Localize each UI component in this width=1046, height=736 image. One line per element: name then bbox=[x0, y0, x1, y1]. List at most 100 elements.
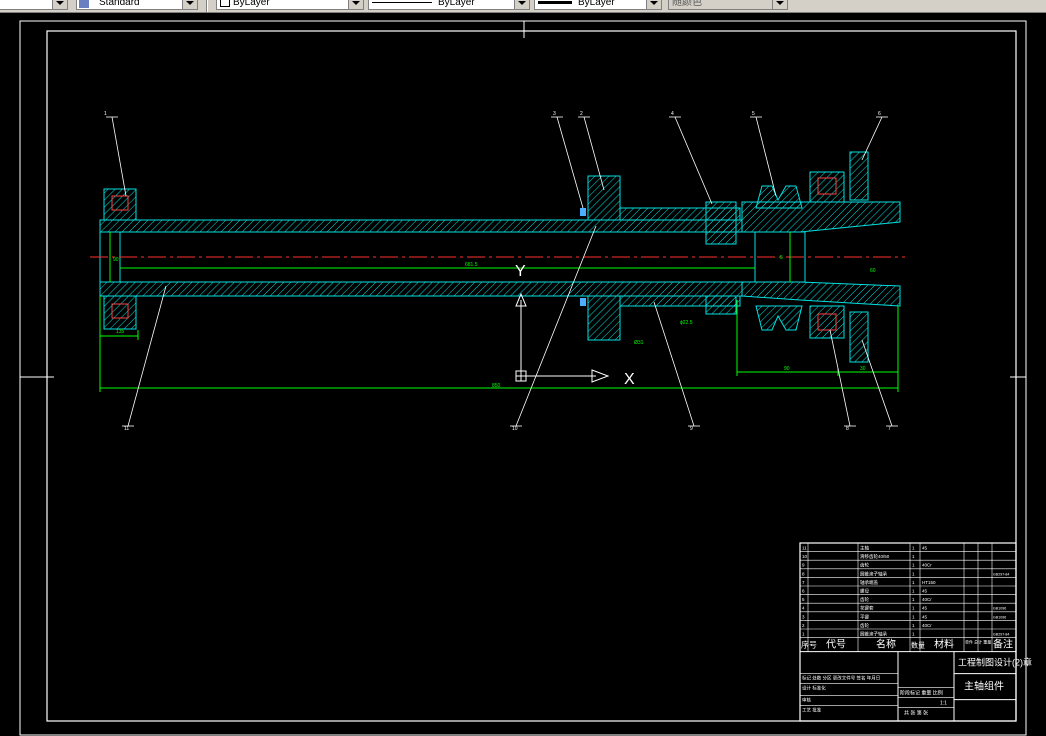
gear-2 bbox=[580, 175, 621, 341]
bom-header-name: 名称 bbox=[876, 638, 896, 651]
bom-row-note: GB297-84 bbox=[993, 572, 1009, 576]
bom-row-no: 9 bbox=[802, 563, 805, 568]
bom-row-no: 6 bbox=[802, 589, 805, 594]
chevron-down-icon[interactable] bbox=[514, 0, 529, 9]
bom-row-no: 8 bbox=[802, 571, 805, 576]
bom-row-name: 圆锥滚子轴承 bbox=[860, 631, 887, 638]
bom-header-material: 材料 bbox=[934, 638, 954, 651]
bom-row-qty: 1 bbox=[912, 546, 915, 551]
bom-row-qty: 1 bbox=[912, 580, 915, 585]
drawing-name: 主轴组件 bbox=[964, 680, 1004, 693]
bom-row-name: 平键 bbox=[860, 613, 869, 620]
bom-row-no: 5 bbox=[802, 597, 805, 602]
bom-row-no: 3 bbox=[802, 614, 805, 619]
bom-row-no: 1 bbox=[802, 632, 805, 637]
svg-text:681.5: 681.5 bbox=[465, 262, 478, 268]
bom-row-qty: 1 bbox=[912, 597, 915, 602]
bom-row-material: 45 bbox=[922, 589, 928, 594]
sheet-label: 共 张 第 张 bbox=[904, 710, 928, 717]
svg-text:ϕ22.5: ϕ22.5 bbox=[680, 320, 693, 326]
spindle-shaft bbox=[99, 201, 901, 307]
linetype-sample bbox=[372, 1, 432, 3]
svg-text:2: 2 bbox=[580, 111, 583, 117]
bom-row-qty: 1 bbox=[912, 632, 915, 637]
svg-text:Ø31: Ø31 bbox=[634, 340, 644, 346]
bom-row-no: 10 bbox=[802, 554, 808, 559]
svg-text:6: 6 bbox=[878, 111, 881, 117]
bom-row-qty: 1 bbox=[912, 589, 915, 594]
plot-style-value: 随颜色 bbox=[672, 0, 702, 8]
chevron-down-icon[interactable] bbox=[52, 0, 67, 9]
bom-row-no: 2 bbox=[802, 623, 805, 628]
drawing-title: 工程制图设计(2)章 bbox=[958, 657, 1032, 668]
bom-row-name: 轴承端盖 bbox=[860, 579, 878, 586]
text-style-value: Standard bbox=[99, 0, 140, 8]
bom-row-name: 齿轮 bbox=[860, 596, 869, 603]
color-swatch bbox=[220, 0, 230, 8]
svg-text:60: 60 bbox=[870, 268, 876, 274]
bom-row-material: 45 bbox=[922, 614, 928, 619]
svg-text:4: 4 bbox=[671, 111, 674, 117]
ucs-x-label: X bbox=[624, 371, 635, 388]
svg-text:90: 90 bbox=[784, 366, 790, 372]
bom-row-material: 40Cr bbox=[922, 623, 932, 628]
bom-row-name: 花键套 bbox=[860, 605, 874, 612]
scale-value: 1:1 bbox=[940, 701, 947, 707]
svg-text:3: 3 bbox=[553, 111, 556, 117]
bom-header-code: 代号 bbox=[826, 639, 846, 651]
drawing-canvas[interactable]: 850 681.5 90 135 90 30 5 60 ϕ22.5 Ø31 1 … bbox=[0, 13, 1046, 736]
bom-row-material: 45 bbox=[922, 546, 928, 551]
bom-row-no: 11 bbox=[802, 546, 807, 551]
text-style-select[interactable]: Standard bbox=[76, 0, 198, 10]
bom-header-mass: 单件 总计 重量 bbox=[965, 639, 991, 645]
bom-row-qty: 1 bbox=[912, 606, 915, 611]
bom-row-material: HT150 bbox=[922, 580, 936, 585]
gear-5 bbox=[755, 185, 803, 331]
svg-text:8: 8 bbox=[846, 426, 849, 432]
bom-row-name: 螺母 bbox=[860, 588, 869, 595]
linetype-value: ByLayer bbox=[438, 0, 475, 8]
bom-header-qty: 数量 bbox=[911, 641, 925, 650]
chevron-down-icon[interactable] bbox=[348, 0, 363, 9]
sign-row: 标记 处数 分区 更改文件号 签名 年月日 bbox=[802, 675, 880, 682]
bom-row-no: 4 bbox=[802, 606, 805, 611]
sign-row: 审核 bbox=[802, 697, 811, 704]
bom-row-qty: 1 bbox=[912, 614, 915, 619]
bom-header-note: 备注 bbox=[993, 638, 1013, 651]
bom-row-qty: 1 bbox=[912, 623, 915, 628]
chevron-down-icon[interactable] bbox=[182, 0, 197, 9]
centering-marks bbox=[20, 21, 1026, 378]
svg-text:1: 1 bbox=[104, 111, 107, 117]
text-style-dropdown[interactable] bbox=[0, 0, 68, 10]
spline-sleeve bbox=[619, 201, 741, 315]
color-select[interactable]: ByLayer bbox=[216, 0, 364, 10]
color-value: ByLayer bbox=[233, 0, 270, 8]
lineweight-sample bbox=[538, 0, 572, 4]
bom-row-name: 齿轮 bbox=[860, 622, 869, 629]
bom-row-no: 7 bbox=[802, 580, 805, 585]
svg-text:90: 90 bbox=[113, 257, 119, 263]
chevron-down-icon[interactable] bbox=[772, 0, 787, 9]
bom-row-qty: 1 bbox=[912, 571, 915, 576]
bom-row-qty: 1 bbox=[912, 554, 915, 559]
plot-style-select[interactable]: 随颜色 bbox=[668, 0, 788, 10]
bom-row-name: 圆锥滚子轴承 bbox=[860, 570, 887, 577]
title-block: 11 主轴 1 4510 滑移齿轮40/50 19 齿轮 1 40Cr8 圆锥滚子轴承 1 GB297… bbox=[799, 542, 1032, 722]
linetype-select[interactable]: ByLayer bbox=[368, 0, 530, 10]
stage-label: 阶段标记 重量 比例 bbox=[900, 690, 943, 697]
svg-text:135: 135 bbox=[116, 329, 125, 335]
svg-text:5: 5 bbox=[752, 111, 755, 117]
chevron-down-icon[interactable] bbox=[646, 0, 661, 9]
properties-toolbar: Standard ByLayer ByLayer ByLayer 随颜色 bbox=[0, 0, 1046, 13]
bom-row-material: 45 bbox=[922, 606, 928, 611]
bom-row-qty: 1 bbox=[912, 563, 915, 568]
svg-text:30: 30 bbox=[860, 366, 866, 372]
svg-text:7: 7 bbox=[888, 426, 891, 432]
bom-row-name: 滑移齿轮40/50 bbox=[860, 553, 890, 560]
svg-text:9: 9 bbox=[690, 426, 693, 432]
svg-text:5: 5 bbox=[780, 255, 783, 261]
lineweight-select[interactable]: ByLayer bbox=[534, 0, 662, 10]
svg-text:850: 850 bbox=[492, 383, 501, 389]
toolbar-separator bbox=[206, 0, 208, 12]
sign-row: 工艺 批准 bbox=[802, 707, 822, 714]
